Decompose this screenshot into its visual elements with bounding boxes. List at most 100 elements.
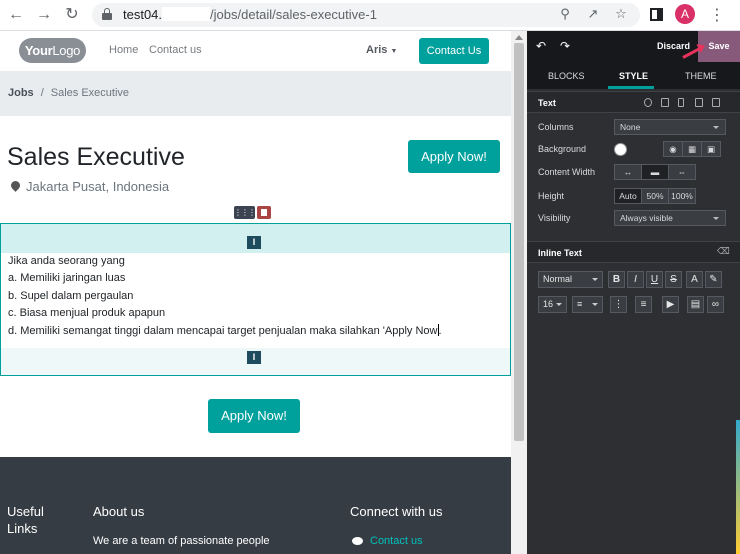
link-button-icon[interactable]: ∞ — [707, 296, 724, 313]
italic-button[interactable]: I — [627, 271, 644, 288]
scroll-up-arrow-icon[interactable] — [515, 35, 523, 40]
lock-icon[interactable] — [102, 8, 112, 20]
tab-style[interactable]: STYLE — [619, 71, 648, 81]
footer-connect-heading: Connect with us — [350, 504, 443, 519]
background-label: Background — [538, 144, 587, 154]
side-panel-icon[interactable] — [650, 8, 663, 21]
footer-about-text: We are a team of passionate people — [93, 535, 270, 547]
breadcrumb: Jobs / Sales Executive — [0, 72, 511, 116]
align-select[interactable]: ≡ — [572, 296, 603, 313]
file-icon[interactable]: ▤ — [687, 296, 704, 313]
footer-about-heading: About us — [93, 504, 145, 519]
nav-home[interactable]: Home — [109, 44, 138, 56]
link-icon[interactable] — [644, 98, 652, 107]
comment-icon — [352, 537, 363, 545]
padding-bottom-area[interactable]: I — [1, 348, 510, 375]
width-small-icon[interactable]: ↔ — [614, 164, 642, 180]
move-handle-icon[interactable]: ⋮⋮⋮ — [234, 206, 256, 219]
editor-topbar: ↶ ↷ Discard Save — [527, 31, 740, 62]
align-left-icon: ≡ — [577, 299, 583, 309]
address-bar[interactable]: test04./jobs/detail/sales-executive-1 ⚲ … — [92, 3, 640, 27]
columns-label: Columns — [538, 122, 574, 132]
font-color-button[interactable]: A — [686, 271, 703, 288]
visibility-select[interactable]: Always visible — [614, 210, 726, 226]
paint-brush-icon[interactable]: ✎ — [705, 271, 722, 288]
height-options: Auto 50% 100% — [614, 188, 696, 204]
eraser-icon[interactable]: ⌫ — [717, 246, 730, 256]
browser-menu-icon[interactable]: ⋮ — [709, 5, 725, 25]
footer-contact-link[interactable]: Contact us — [370, 535, 423, 547]
description-line[interactable]: a. Memiliki jaringan luas — [8, 270, 508, 287]
selected-text-snippet[interactable]: I Jika anda seorang yang a. Memiliki jar… — [0, 223, 511, 376]
width-full-icon[interactable]: ⇔ — [668, 164, 696, 180]
bookmark-star-icon[interactable]: ☆ — [612, 6, 630, 22]
apply-now-button-top[interactable]: Apply Now! — [408, 140, 500, 173]
height-label: Height — [538, 191, 565, 201]
bullet-list-icon[interactable]: ⋮ — [610, 296, 627, 313]
description-line[interactable]: c. Biasa menjual produk apapun — [8, 305, 508, 322]
active-tab-indicator — [608, 86, 654, 89]
description-line[interactable]: b. Supel dalam pergaulan — [8, 288, 508, 305]
bold-button[interactable]: B — [608, 271, 625, 288]
website-preview: YourLogo Home Contact us Aris ▼ Contact … — [0, 31, 511, 554]
redo-icon[interactable]: ↷ — [560, 39, 570, 53]
description-line[interactable]: d. Memiliki semangat tinggi dalam mencap… — [8, 323, 508, 340]
user-menu[interactable]: Aris ▼ — [366, 44, 397, 56]
strikethrough-button[interactable]: S — [665, 271, 682, 288]
forward-arrow-icon[interactable]: → — [34, 5, 54, 25]
width-regular-icon[interactable]: ▬ — [641, 164, 669, 180]
media-play-icon[interactable]: ▶ — [662, 296, 679, 313]
breadcrumb-jobs[interactable]: Jobs — [8, 87, 34, 99]
height-100[interactable]: 100% — [668, 188, 696, 204]
nav-contact-us[interactable]: Contact us — [149, 44, 202, 56]
duplicate-icon[interactable] — [695, 98, 703, 107]
breadcrumb-current: Sales Executive — [50, 87, 130, 99]
numbered-list-icon[interactable]: ≡ — [635, 296, 652, 313]
resize-handle-top-icon[interactable]: I — [247, 236, 261, 249]
save-snippet-icon[interactable] — [661, 98, 669, 107]
description-line[interactable]: Jika anda seorang yang — [8, 253, 508, 270]
reload-icon[interactable]: ↻ — [62, 5, 82, 25]
film-icon[interactable]: ▦ — [682, 141, 702, 157]
footer-useful-links-heading: Useful Links — [7, 504, 44, 536]
tab-theme[interactable]: THEME — [685, 71, 717, 81]
text-section-header: Text — [527, 91, 740, 113]
contact-us-button[interactable]: Contact Us — [419, 38, 489, 64]
image-icon[interactable]: ▣ — [701, 141, 721, 157]
camera-icon[interactable]: ◉ — [663, 141, 683, 157]
height-auto[interactable]: Auto — [614, 188, 642, 204]
discard-button[interactable]: Discard — [657, 41, 690, 51]
job-description[interactable]: Jika anda seorang yang a. Memiliki jarin… — [8, 253, 508, 340]
caret-down-icon: ▼ — [390, 48, 398, 55]
height-50[interactable]: 50% — [641, 188, 669, 204]
profile-avatar[interactable]: A — [675, 4, 695, 24]
padding-top-area[interactable]: I — [1, 224, 510, 253]
job-title[interactable]: Sales Executive — [7, 143, 185, 172]
undo-icon[interactable]: ↶ — [536, 39, 546, 53]
zoom-icon[interactable]: ⚲ — [556, 6, 574, 22]
columns-select[interactable]: None — [614, 119, 726, 135]
scroll-thumb[interactable] — [514, 43, 524, 441]
apply-now-button-bottom[interactable]: Apply Now! — [208, 399, 300, 433]
back-arrow-icon[interactable]: ← — [6, 5, 26, 25]
url-text[interactable]: test04./jobs/detail/sales-executive-1 — [123, 7, 377, 22]
text-style-select[interactable]: Normal — [538, 271, 603, 288]
background-options: ◉ ▦ ▣ — [663, 141, 721, 157]
remove-block-icon[interactable] — [712, 98, 720, 107]
share-icon[interactable]: ↗ — [584, 6, 602, 22]
mobile-icon[interactable] — [678, 98, 684, 107]
page-scrollbar[interactable] — [511, 31, 527, 554]
underline-button[interactable]: U — [646, 271, 663, 288]
site-logo[interactable]: YourLogo — [19, 38, 86, 63]
editor-empty-area — [527, 333, 740, 554]
breadcrumb-separator: / — [40, 87, 44, 99]
content-width-label: Content Width — [538, 167, 596, 177]
background-color-picker[interactable] — [614, 143, 627, 156]
trash-icon[interactable] — [257, 206, 271, 219]
font-size-select[interactable]: 16 — [538, 296, 567, 313]
text-section-title: Text — [538, 98, 556, 108]
visibility-label: Visibility — [538, 213, 571, 223]
editor-tabs: BLOCKS STYLE THEME — [527, 62, 740, 89]
tab-blocks[interactable]: BLOCKS — [548, 71, 585, 81]
resize-handle-bottom-icon[interactable]: I — [247, 351, 261, 364]
